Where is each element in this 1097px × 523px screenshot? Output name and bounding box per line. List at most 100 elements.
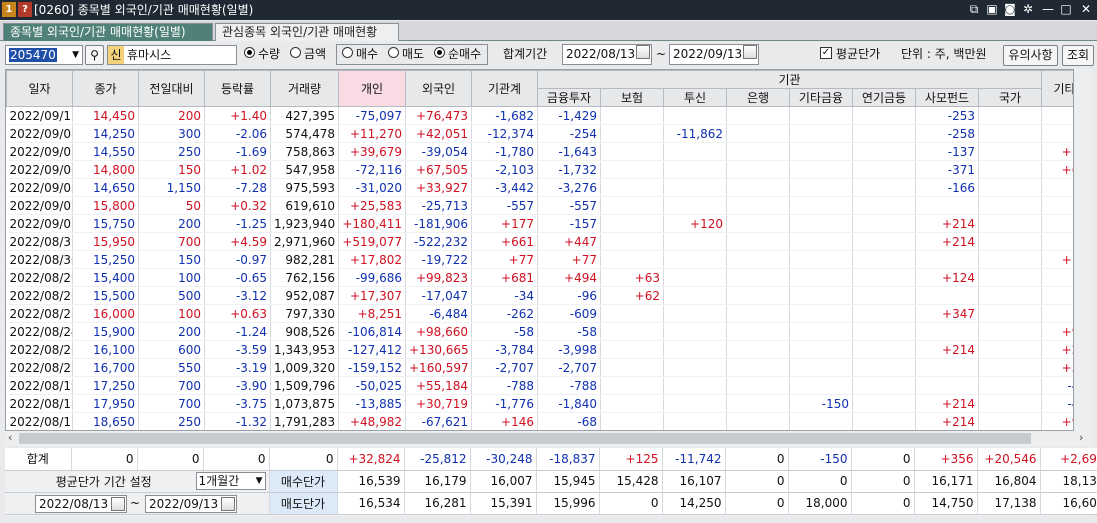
scroll-right-icon[interactable]: › <box>1079 431 1083 444</box>
dropdown-arrow-icon[interactable]: ▼ <box>256 473 263 489</box>
radio-buy[interactable] <box>342 47 353 58</box>
table-row[interactable]: 2022/08/31 15,950 700 +4.59 2,971,960 +519,07… <box>6 232 1073 251</box>
table-row[interactable]: 2022/08/18 17,950 700 -3.75 1,073,875 -13,885… <box>6 394 1073 413</box>
scroll-thumb[interactable] <box>19 433 1031 444</box>
settings-icon[interactable]: ✲ <box>1020 2 1036 17</box>
cell-date: 2022/09/02 <box>6 196 73 215</box>
copy-icon[interactable]: ▣ <box>984 2 1000 17</box>
table-row[interactable]: 2022/08/23 16,100 600 -3.59 1,343,953 -127,41… <box>6 340 1073 359</box>
table-row[interactable]: 2022/08/25 16,000 100 +0.63 797,330 +8,251 -6,… <box>6 304 1073 323</box>
grid-body: 2022/09/13 14,450 200 +1.40 427,395 -75,097 +7… <box>6 106 1073 430</box>
table-row[interactable]: 2022/08/22 16,700 550 -3.19 1,009,320 -159,15… <box>6 358 1073 377</box>
cell-other-corp: +2,116 <box>1041 340 1073 359</box>
header-private-fund[interactable]: 사모펀드 <box>915 88 979 107</box>
table-row[interactable]: 2022/08/26 15,500 500 -3.12 952,087 +17,307 -1… <box>6 286 1073 305</box>
maximize-icon[interactable]: □ <box>1058 2 1074 17</box>
link-icon[interactable]: ⧉ <box>966 2 982 17</box>
header-institution-total[interactable]: 기관계 <box>471 70 538 107</box>
cell-trust <box>663 196 727 215</box>
calendar-icon[interactable] <box>221 496 235 511</box>
cell-date: 2022/08/30 <box>6 250 73 269</box>
header-close[interactable]: 종가 <box>72 70 139 107</box>
cell-other-finance <box>789 376 853 395</box>
scroll-left-icon[interactable]: ‹ <box>8 431 12 444</box>
cell-nation <box>978 142 1043 161</box>
header-trust[interactable]: 투신 <box>663 88 727 107</box>
avg-date-tilde: ~ <box>130 495 141 510</box>
trading-grid: 일자 종가 전일대비 등락률 거래량 개인 외국인 기관계 기관 기타법인 금융… <box>5 69 1074 431</box>
cell-change: 100 <box>138 268 205 287</box>
table-row[interactable]: 2022/08/29 15,400 100 -0.65 762,156 -99,686 +9… <box>6 268 1073 287</box>
table-row[interactable]: 2022/09/02 15,800 50 +0.32 619,610 +25,583 -25… <box>6 196 1073 215</box>
cell-bank <box>726 304 790 323</box>
dropdown-arrow-icon[interactable]: ▼ <box>72 46 79 64</box>
header-change[interactable]: 전일대비 <box>138 70 205 107</box>
close-icon[interactable]: ✕ <box>1078 2 1094 17</box>
table-row[interactable]: 2022/09/06 14,800 150 +1.02 547,958 -72,116 +6… <box>6 160 1073 179</box>
cell-inst-total: -2,707 <box>471 358 538 377</box>
radio-sell[interactable] <box>388 47 399 58</box>
calendar-icon[interactable] <box>743 45 757 59</box>
header-other-corp[interactable]: 기타법인 <box>1041 70 1073 107</box>
notice-button[interactable]: 유의사항 <box>1003 45 1058 66</box>
header-bank[interactable]: 은행 <box>726 88 790 107</box>
cell-other-finance <box>789 340 853 359</box>
search-icon[interactable]: ⚲ <box>85 45 104 65</box>
cell-individual: -31,020 <box>338 178 406 197</box>
calendar-icon[interactable] <box>111 496 125 511</box>
stock-code-input[interactable]: 205470 ▼ <box>5 45 83 65</box>
header-date[interactable]: 일자 <box>6 70 73 107</box>
table-row[interactable]: 2022/08/17 18,650 250 -1.32 1,791,283 +48,982… <box>6 412 1073 430</box>
table-row[interactable]: 2022/08/24 15,900 200 -1.24 908,526 -106,814 +… <box>6 322 1073 341</box>
tab-stock-daily[interactable]: 종목별 외국인/기관 매매현황(일별) <box>3 23 213 41</box>
buy-cell: 16,171 <box>914 470 978 493</box>
cell-change: 250 <box>138 412 205 430</box>
window-number-badge[interactable]: 1 <box>2 2 16 17</box>
table-row[interactable]: 2022/09/05 14,650 1,150 -7.28 975,593 -31,020… <box>6 178 1073 197</box>
header-volume[interactable]: 거래량 <box>270 70 339 107</box>
cell-insurance <box>600 358 664 377</box>
radio-quantity[interactable] <box>244 47 255 58</box>
radio-amount[interactable] <box>290 47 301 58</box>
window-title: [0260] 종목별 외국인/기관 매매현황(일별) <box>34 3 254 17</box>
avg-price-label: 평균단가 <box>836 47 881 61</box>
header-foreign[interactable]: 외국인 <box>405 70 472 107</box>
header-individual[interactable]: 개인 <box>338 70 406 107</box>
sell-cell: 15,996 <box>536 492 600 515</box>
header-insurance[interactable]: 보험 <box>600 88 664 107</box>
table-row[interactable]: 2022/09/13 14,450 200 +1.40 427,395 -75,097 +7… <box>6 106 1073 125</box>
table-row[interactable]: 2022/08/30 15,250 150 -0.97 982,281 +17,802 -1… <box>6 250 1073 269</box>
help-badge[interactable]: ? <box>18 2 32 17</box>
table-row[interactable]: 2022/08/19 17,250 700 -3.90 1,509,796 -50,025… <box>6 376 1073 395</box>
header-rate[interactable]: 등락률 <box>204 70 271 107</box>
cell-individual: -50,025 <box>338 376 406 395</box>
horizontal-scrollbar[interactable]: ‹ › <box>5 431 1092 446</box>
query-button[interactable]: 조회 <box>1062 45 1094 66</box>
avg-period-select[interactable]: 1개월간 ▼ <box>195 472 266 490</box>
tab-watchlist[interactable]: 관심종목 외국인/기관 매매현황 <box>215 23 399 41</box>
header-other-finance[interactable]: 기타금융 <box>789 88 853 107</box>
cell-pension <box>852 232 916 251</box>
minimize-icon[interactable]: — <box>1040 2 1056 17</box>
avg-price-checkbox[interactable]: ✓ <box>820 47 832 59</box>
cell-nation <box>978 268 1043 287</box>
cell-close: 18,650 <box>72 412 139 430</box>
cell-trust: -11,862 <box>663 124 727 143</box>
cell-other-corp: +3,516 <box>1041 358 1073 377</box>
cell-date: 2022/09/01 <box>6 214 73 233</box>
vertical-scrollbar[interactable] <box>1075 69 1092 431</box>
camera-icon[interactable]: ◙ <box>1002 2 1018 17</box>
calendar-icon[interactable] <box>636 45 650 59</box>
stock-name-field[interactable]: 신 휴마시스 <box>107 45 237 65</box>
cell-foreign: -522,232 <box>405 232 472 251</box>
table-row[interactable]: 2022/09/01 15,750 200 -1.25 1,923,940 +180,41… <box>6 214 1073 233</box>
cell-bank <box>726 286 790 305</box>
cell-private-fund: +214 <box>915 412 979 430</box>
header-financial-invest[interactable]: 금융투자 <box>537 88 601 107</box>
table-row[interactable]: 2022/09/08 14,250 300 -2.06 574,478 +11,270 +4… <box>6 124 1073 143</box>
header-pension[interactable]: 연기금등 <box>852 88 916 107</box>
table-row[interactable]: 2022/09/07 14,550 250 -1.69 758,863 +39,679 -3… <box>6 142 1073 161</box>
radio-net-buy[interactable] <box>434 47 445 58</box>
cell-pension <box>852 214 916 233</box>
header-nation[interactable]: 국가 <box>977 88 1043 107</box>
